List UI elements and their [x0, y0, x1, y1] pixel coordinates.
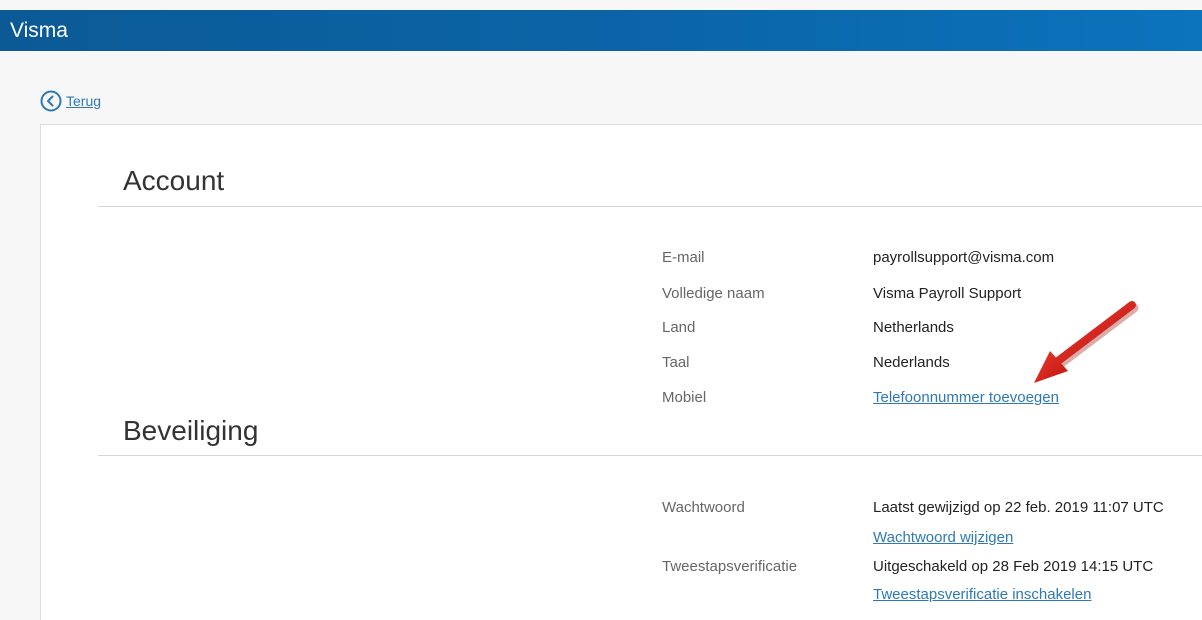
top-bar: Visma — [0, 10, 1202, 51]
account-divider — [98, 206, 1202, 207]
two-factor-status: Uitgeschakeld op 28 Feb 2019 14:15 UTC — [873, 558, 1154, 575]
change-password-link[interactable]: Wachtwoord wijzigen — [873, 529, 1013, 546]
security-section-title: Beveiliging — [123, 415, 259, 446]
fullname-value: Visma Payroll Support — [873, 285, 1022, 302]
chevron-left-circle-icon[interactable] — [40, 90, 62, 112]
language-label: Taal — [662, 354, 690, 371]
language-value: Nederlands — [873, 354, 950, 371]
back-link-label[interactable]: Terug — [66, 93, 101, 109]
country-label: Land — [662, 319, 696, 336]
back-link[interactable]: Terug — [40, 90, 101, 112]
security-divider — [98, 455, 1202, 456]
red-arrow-icon — [1034, 301, 1139, 383]
password-label: Wachtwoord — [662, 499, 745, 516]
country-value: Netherlands — [873, 319, 954, 336]
account-section-title: Account — [123, 165, 225, 196]
fullname-label: Volledige naam — [662, 285, 765, 302]
email-label: E-mail — [662, 249, 705, 266]
two-factor-label: Tweestapsverificatie — [662, 558, 798, 575]
mobile-label: Mobiel — [662, 389, 707, 406]
password-last-changed: Laatst gewijzigd op 22 feb. 2019 11:07 U… — [873, 499, 1164, 516]
enable-two-factor-link[interactable]: Tweestapsverificatie inschakelen — [873, 586, 1091, 603]
email-value: payrollsupport@visma.com — [873, 249, 1055, 266]
brand-title: Visma — [10, 19, 68, 42]
